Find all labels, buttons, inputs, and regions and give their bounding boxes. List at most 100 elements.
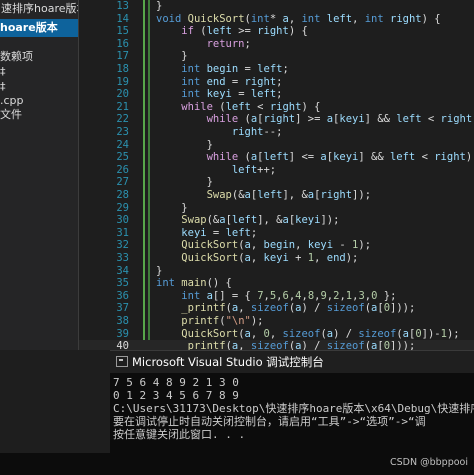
line-number: 14 (116, 12, 129, 25)
code-line[interactable]: 33 QuickSort(a, keyi + 1, end); (79, 252, 474, 265)
line-number: 18 (116, 63, 129, 75)
solution-title[interactable]: 速排序hoare版本' (0, 0, 78, 18)
line-number: 35 (116, 277, 129, 290)
code-line[interactable]: 27 } (79, 176, 474, 189)
code-line[interactable]: 19 int end = right; (79, 76, 474, 89)
line-number: 15 (116, 25, 129, 38)
code-line[interactable]: 17 } (79, 50, 474, 63)
line-number: 26 (116, 163, 129, 176)
line-number: 40 (116, 340, 129, 350)
code-line[interactable]: 32 QuickSort(a, begin, keyi - 1); (79, 239, 474, 252)
code-line[interactable]: 37 _printf(a, sizeof(a) / sizeof(a[0])); (79, 302, 474, 315)
console-titlebar[interactable]: Microsoft Visual Studio 调试控制台 (110, 351, 474, 373)
code-text: right--; (231, 126, 283, 138)
code-line[interactable]: 14 void QuickSort(int* a, int left, int r… (79, 13, 474, 26)
line-number: 32 (116, 239, 129, 252)
line-number: 24 (116, 138, 129, 151)
code-line[interactable]: 28 Swap(&a[left], &a[right]); (79, 189, 474, 202)
code-text: int begin = left; (181, 63, 289, 75)
line-number: 37 (116, 302, 129, 315)
code-text: int keyi = left; (181, 88, 283, 101)
line-number: 38 (116, 315, 129, 327)
code-text: if (left >= right) { (181, 25, 308, 38)
code-line[interactable]: 30 Swap(&a[left], &a[keyi]); (79, 214, 474, 227)
code-line[interactable]: 15 if (left >= right) { (79, 25, 474, 38)
line-number: 33 (116, 252, 129, 264)
console-output-line: 0 1 2 3 4 5 6 7 8 9 (113, 389, 239, 402)
code-text: left++; (231, 163, 277, 176)
line-number: 30 (116, 214, 129, 227)
line-number: 34 (116, 264, 129, 277)
code-text: return; (206, 37, 251, 50)
code-line[interactable]: 25 while (a[left] <= a[keyi] && left < r… (79, 151, 474, 164)
code-text: Swap(&a[left], &a[keyi]); (181, 214, 340, 227)
code-text: } (156, 264, 163, 277)
code-text: keyi = left; (181, 226, 258, 239)
code-line[interactable]: 38 printf("\n"); (79, 315, 474, 328)
console-output-line: 7 5 6 4 8 9 2 1 3 0 (113, 376, 239, 389)
console-output-line: 要在调试停止时自动关闭控制台，请启用“工具”->“选项”->“调 (113, 415, 426, 428)
project-node[interactable]: hoare版本 (0, 19, 78, 37)
code-line[interactable]: 26 left++; (79, 164, 474, 177)
tree-item-cpp-file[interactable]: .cpp (0, 94, 24, 108)
line-number: 36 (116, 289, 129, 302)
code-line[interactable]: 18 int begin = left; (79, 63, 474, 76)
code-text: while (left < right) { (181, 100, 321, 113)
line-number: 16 (116, 37, 129, 50)
console-output-line: C:\Users\31173\Desktop\快速排序hoare版本\x64\D… (113, 402, 474, 415)
code-text: printf("\n"); (181, 315, 264, 327)
code-text: } (156, 176, 213, 189)
code-text: void QuickSort(int* a, int left, int rig… (156, 12, 441, 25)
code-line[interactable]: 35 int main() { (79, 277, 474, 290)
code-text: QuickSort(a, begin, keyi - 1); (181, 239, 372, 252)
code-text: _printf(a, sizeof(a) / sizeof(a[0])); (181, 340, 416, 350)
line-number: 28 (116, 189, 129, 201)
tree-item-sources[interactable]: ‡ (0, 80, 6, 94)
console-title: Microsoft Visual Studio 调试控制台 (132, 355, 324, 369)
tree-item-dependencies[interactable]: 数赖项 (0, 50, 33, 64)
code-line[interactable]: 39 QuickSort(a, 0, sizeof(a) / sizeof(a[… (79, 328, 474, 341)
code-line[interactable]: 29 } (79, 202, 474, 215)
tree-item-files[interactable]: 文件 (0, 108, 22, 122)
line-number: 13 (116, 0, 129, 12)
code-line[interactable]: 24 } (79, 139, 474, 152)
code-line[interactable]: 23 right--; (79, 126, 474, 139)
code-text: while (a[right] >= a[keyi] && left < rig… (206, 113, 474, 126)
watermark: CSDN @bbppooi (390, 457, 468, 468)
code-editor[interactable]: 13} 14 void QuickSort(int* a, int left, in… (79, 0, 474, 350)
line-number: 17 (116, 50, 129, 63)
tree-item-headers[interactable]: ‡ (0, 65, 6, 79)
code-text: } (156, 138, 213, 151)
code-line[interactable]: 34} (79, 265, 474, 278)
console-output-line: 按任意键关闭此窗口. . . (113, 428, 246, 441)
line-number: 21 (116, 100, 129, 113)
debug-console-window[interactable]: Microsoft Visual Studio 调试控制台 7 5 6 4 8 … (110, 350, 474, 454)
code-text: while (a[left] <= a[keyi] && left < righ… (206, 151, 473, 164)
code-text: int end = right; (181, 75, 283, 88)
code-line[interactable]: 16 return; (79, 38, 474, 51)
code-text: QuickSort(a, keyi + 1, end); (181, 252, 359, 264)
line-number: 19 (116, 75, 129, 88)
line-number: 39 (116, 327, 129, 340)
line-number: 25 (116, 151, 129, 164)
code-text: Swap(&a[left], &a[right]); (206, 189, 372, 201)
line-number: 20 (116, 88, 129, 101)
code-text: int main() { (156, 277, 232, 290)
code-line[interactable]: 31 keyi = left; (79, 227, 474, 240)
code-text: } (156, 0, 163, 12)
line-number: 29 (116, 201, 129, 214)
code-line[interactable]: 21 while (left < right) { (79, 101, 474, 114)
code-line[interactable]: 40 _printf(a, sizeof(a) / sizeof(a[0])); (79, 340, 474, 350)
code-text: } (156, 50, 188, 63)
line-number: 31 (116, 226, 129, 239)
code-line[interactable]: 20 int keyi = left; (79, 88, 474, 101)
code-line[interactable]: 13} (79, 0, 474, 13)
solution-explorer: 速排序hoare版本' hoare版本 数赖项 ‡ ‡ .cpp 文件 (0, 0, 79, 350)
code-text: int a[] = { 7,5,6,4,8,9,2,1,3,0 }; (181, 289, 397, 302)
code-text: _printf(a, sizeof(a) / sizeof(a[0])); (181, 302, 416, 315)
code-line[interactable]: 22 while (a[right] >= a[keyi] && left < … (79, 113, 474, 126)
code-line[interactable]: 36 int a[] = { 7,5,6,4,8,9,2,1,3,0 }; (79, 290, 474, 303)
line-number: 23 (116, 126, 129, 138)
console-app-icon (116, 356, 128, 367)
line-number: 27 (116, 176, 129, 189)
